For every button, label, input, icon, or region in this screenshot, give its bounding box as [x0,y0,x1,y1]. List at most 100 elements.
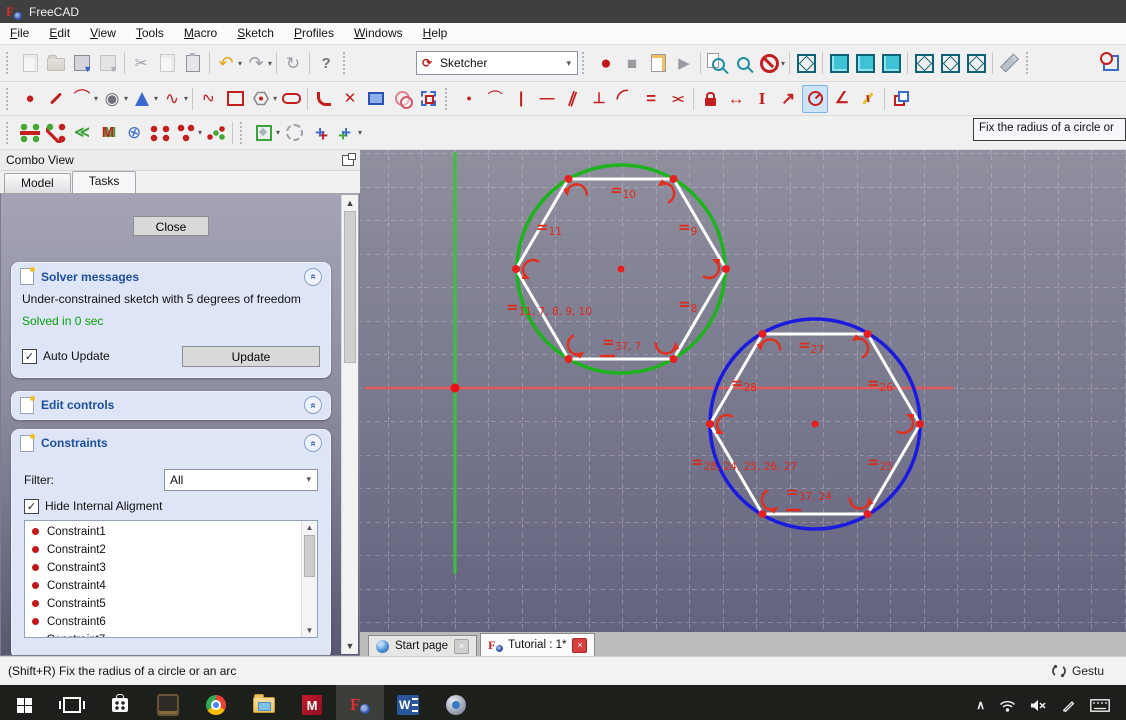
macro-stop-button[interactable]: ■ [620,50,644,76]
copy-button[interactable] [155,50,179,76]
select-redundant-constraints-button[interactable]: ≪ [70,120,94,146]
constraint-vertical-button[interactable]: | [509,86,533,112]
rectangular-array-button[interactable] [204,120,228,146]
menu-tools[interactable]: Tools [126,23,174,44]
vertex-point[interactable] [706,420,714,428]
vertex-point[interactable] [670,355,678,363]
constraint-radius-button[interactable] [802,85,828,113]
view-left-button[interactable] [964,50,988,76]
constraint-tangent-button[interactable]: ⌒ [613,86,637,112]
cut-button[interactable]: ✂ [129,50,153,76]
taskbar-freecad[interactable]: F [336,685,384,720]
toolbar-grip[interactable] [343,52,350,74]
pen-icon[interactable] [1061,698,1076,713]
constraint-equal-button[interactable]: = [639,86,663,112]
create-polyline-tool[interactable]: ∿ [197,86,221,112]
tasks-scrollbar[interactable]: ▲ ▼ [341,195,358,654]
constraint-horizontal-button[interactable]: — [535,86,559,112]
vertex-point[interactable] [512,265,520,273]
collapse-solver-button[interactable]: « [304,268,322,286]
menu-help[interactable]: Help [413,23,458,44]
constraint-filter-select[interactable]: All ▾ [164,469,318,491]
vertex-point[interactable] [759,330,767,338]
toolbar-grip[interactable] [582,52,589,74]
redo-dropdown[interactable]: ▾ [268,59,272,68]
list-item[interactable]: Constraint4 [25,577,301,595]
hide-internal-alignment-checkbox[interactable]: ✓ [24,499,39,514]
toolbar-grip[interactable] [6,88,13,110]
view-right-button[interactable] [879,50,903,76]
constraint-perpendicular-button[interactable]: ⊥ [587,86,611,112]
solver-messages-header[interactable]: Solver messages « [12,263,330,290]
new-file-button[interactable] [18,50,42,76]
taskbar-m-app[interactable]: M [288,685,336,720]
toolbar-grip[interactable] [6,52,13,74]
toolbar-grip[interactable] [1026,52,1033,74]
constraint-coincident-button[interactable]: ● [457,86,481,112]
vertex-point[interactable] [864,330,872,338]
view-top-button[interactable] [853,50,877,76]
macro-play-button[interactable]: ▶ [672,50,696,76]
toggle-construction-tool[interactable] [416,86,440,112]
edit-controls-header[interactable]: Edit controls « [12,392,330,419]
tab-start-page[interactable]: Start page × [368,635,477,656]
constraint-point-on-object-button[interactable]: ⌒ [483,86,507,112]
clone-tool-button[interactable] [174,120,198,146]
list-item[interactable]: Constraint5 [25,595,301,613]
menu-sketch[interactable]: Sketch [227,23,284,44]
constraint-lock-button[interactable] [698,86,722,112]
scrollbar-thumb[interactable] [304,535,315,577]
list-item[interactable]: =Constraint7 [25,631,301,638]
undo-button[interactable]: ↶ [214,50,238,76]
menu-edit[interactable]: Edit [39,23,80,44]
paste-button[interactable] [181,50,205,76]
close-tutorial-icon[interactable]: × [572,638,587,653]
constraint-angle-button[interactable]: ∠ [830,86,854,112]
taskbar-app-dark[interactable] [144,685,192,720]
sketch-viewport[interactable]: =10 =11 =9 =11, 7, 8, 9, 10 =8 =37, 7 =2… [360,150,1126,632]
tray-chevron-icon[interactable]: ∧ [976,698,985,712]
menu-windows[interactable]: Windows [344,23,413,44]
create-circle-tool[interactable]: ◉ [100,86,124,112]
toolbar-grip[interactable] [240,122,247,144]
show-internal-geometry-button[interactable]: ⊗ [122,120,146,146]
menu-macro[interactable]: Macro [174,23,227,44]
auto-update-checkbox[interactable]: ✓ [22,349,37,364]
gesture-icon[interactable] [1052,664,1066,678]
vertex-point[interactable] [565,175,573,183]
redo-button[interactable]: ↷ [244,50,268,76]
constraints-header[interactable]: Constraints « [12,430,330,457]
view-bottom-button[interactable] [938,50,962,76]
view-isometric-button[interactable] [794,50,818,76]
constraint-symmetric-button[interactable]: >< [665,86,689,112]
create-polygon-tool[interactable] [249,86,273,112]
select-associated-constraints-button[interactable] [18,120,42,146]
volume-muted-icon[interactable] [1030,699,1047,712]
vertex-point[interactable] [864,510,872,518]
create-slot-tool[interactable] [279,86,303,112]
create-bspline-tool[interactable]: ∿ [160,86,184,112]
navigation-style-label[interactable]: Gestu [1072,664,1104,678]
close-button[interactable]: Close [133,216,209,236]
tab-tutorial[interactable]: F Tutorial : 1* × [480,633,595,656]
constraint-vertical-distance-button[interactable]: I [750,86,774,112]
refresh-button[interactable]: ↻ [281,50,305,76]
wifi-icon[interactable] [999,699,1016,712]
view-rear-button[interactable] [912,50,936,76]
menu-file[interactable]: File [0,23,39,44]
draw-style-button[interactable] [757,50,781,76]
symmetry-tool-button[interactable] [148,120,172,146]
circle-dropdown[interactable]: ▾ [124,94,128,103]
vertex-point[interactable] [916,420,924,428]
show-bspline-control-polygon-button[interactable] [282,120,306,146]
float-panel-icon[interactable] [342,155,354,166]
whats-this-button[interactable]: ? [314,50,338,76]
close-start-page-icon[interactable]: × [454,639,469,654]
toolbar-grip[interactable] [6,122,13,144]
vertex-point[interactable] [565,355,573,363]
trim-tool[interactable]: ✕ [338,86,362,112]
clone-dropdown[interactable]: ▾ [198,128,202,137]
constraint-list-scrollbar[interactable]: ▲ ▼ [301,521,317,637]
create-arc-tool[interactable]: ⌒ [70,86,94,112]
constraint-snells-law-button[interactable] [856,86,880,112]
